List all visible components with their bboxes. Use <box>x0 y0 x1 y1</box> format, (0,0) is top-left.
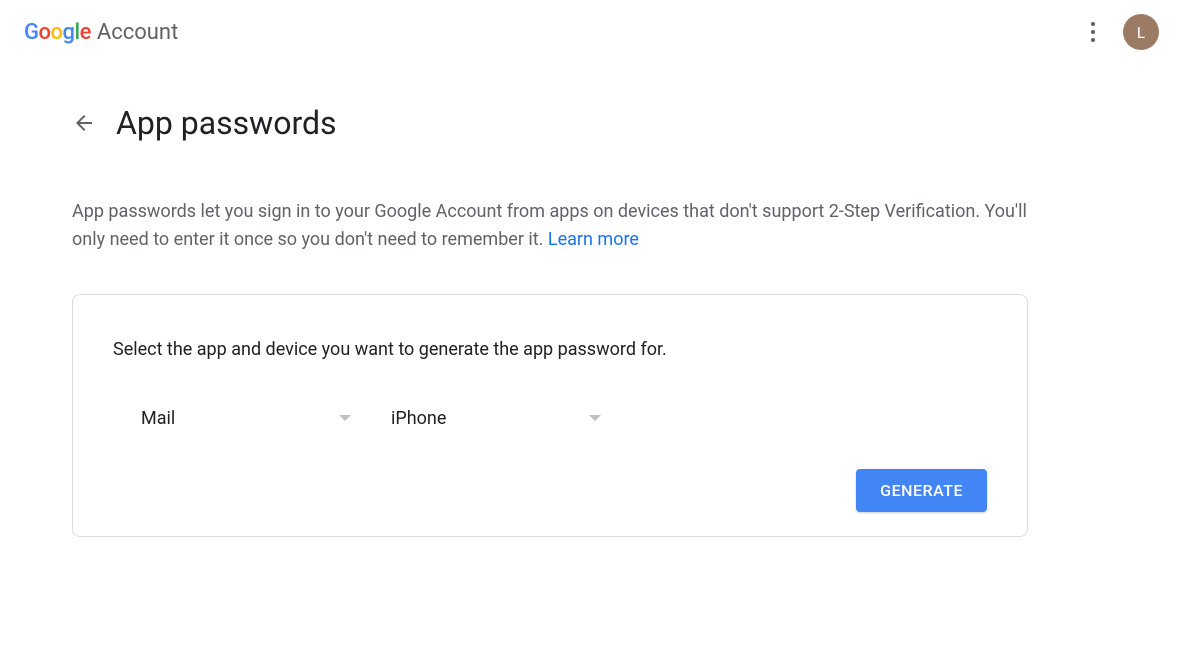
header: Google Account L <box>0 0 1183 64</box>
chevron-down-icon <box>339 415 351 421</box>
google-logo: Google <box>24 20 91 45</box>
main-content: App passwords App passwords let you sign… <box>0 64 1100 577</box>
title-row: App passwords <box>72 104 1028 142</box>
device-select[interactable]: iPhone <box>391 408 601 429</box>
chevron-down-icon <box>589 415 601 421</box>
header-actions: L <box>1081 12 1159 52</box>
page-title: App passwords <box>116 104 337 142</box>
device-select-value: iPhone <box>391 408 446 429</box>
learn-more-link[interactable]: Learn more <box>548 229 639 250</box>
card-footer: GENERATE <box>113 469 987 512</box>
avatar-letter: L <box>1137 23 1146 42</box>
app-select[interactable]: Mail <box>141 408 351 429</box>
page-description: App passwords let you sign in to your Go… <box>72 198 1028 254</box>
app-select-value: Mail <box>141 408 175 429</box>
card-instruction: Select the app and device you want to ge… <box>113 339 987 360</box>
selectors-row: Mail iPhone <box>113 408 987 429</box>
back-arrow-icon[interactable] <box>72 111 96 135</box>
generate-button[interactable]: GENERATE <box>856 469 987 512</box>
logo[interactable]: Google Account <box>24 20 178 45</box>
generate-card: Select the app and device you want to ge… <box>72 294 1028 537</box>
avatar[interactable]: L <box>1123 14 1159 50</box>
account-product-label: Account <box>97 20 178 45</box>
more-options-icon[interactable] <box>1081 12 1105 52</box>
